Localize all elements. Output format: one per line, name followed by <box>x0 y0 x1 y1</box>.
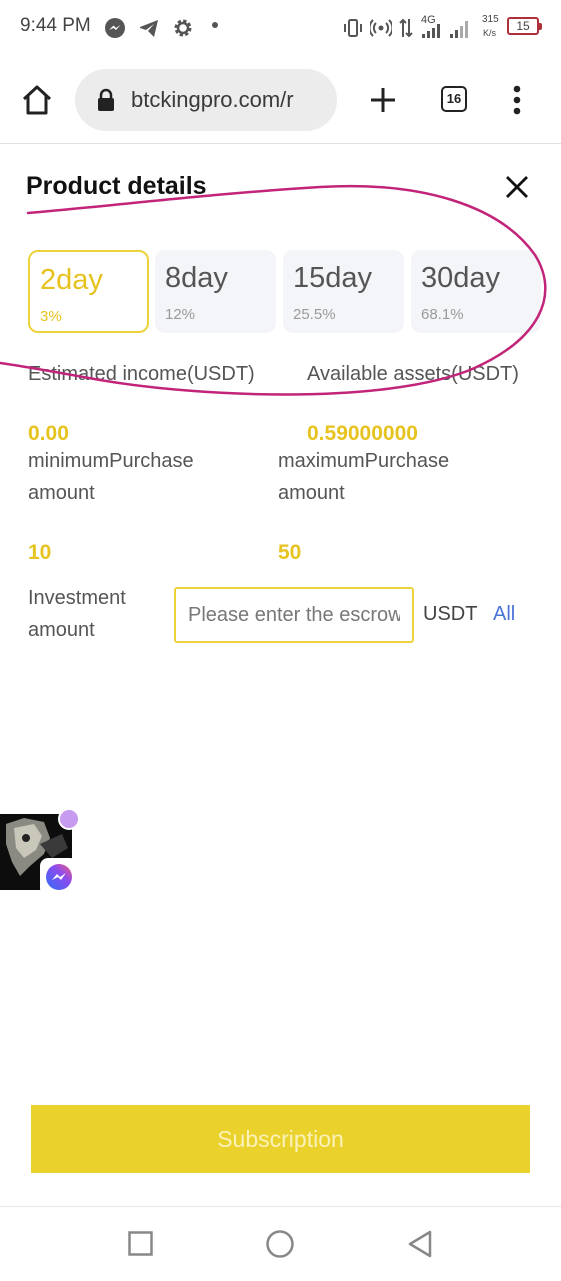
home-icon[interactable] <box>21 84 53 116</box>
messenger-notification-icon <box>105 18 125 38</box>
max-purchase-value: 50 <box>278 541 302 564</box>
max-purchase-label-line2: amount <box>278 482 345 504</box>
recent-apps-icon[interactable] <box>128 1231 153 1256</box>
network-speed-unit: K/s <box>483 28 497 38</box>
max-purchase-label-line1: maximumPurchase <box>278 450 450 472</box>
messenger-badge <box>40 858 78 896</box>
status-bar: 9:44 PM 4G 315 K/s 15 <box>0 0 561 58</box>
period-tab-2day[interactable]: 2day 3% <box>28 250 149 333</box>
min-purchase-label: minimumPurchase amount <box>28 445 194 509</box>
investment-label-line1: Investment <box>28 587 126 609</box>
min-purchase-value: 10 <box>28 541 52 564</box>
period-tab-rate: 3% <box>40 308 62 325</box>
settings-gear-icon <box>174 19 192 37</box>
period-tab-rate: 25.5% <box>293 306 336 323</box>
telegram-notification-icon <box>140 20 158 37</box>
max-purchase-label: maximumPurchase amount <box>278 445 449 509</box>
period-tab-15day[interactable]: 15day 25.5% <box>283 250 404 333</box>
page-title: Product details <box>26 172 207 200</box>
network-speed-value: 315 <box>482 14 499 25</box>
url-text[interactable]: btckingpro.com/r <box>131 87 326 113</box>
battery-level: 15 <box>516 19 530 33</box>
period-tab-label: 8day <box>165 262 228 294</box>
signal-strength-2-icon <box>450 21 468 38</box>
investment-amount-input[interactable] <box>174 587 414 643</box>
min-purchase-label-line2: amount <box>28 482 95 504</box>
system-nav-bar <box>0 1206 561 1281</box>
period-tab-30day[interactable]: 30day 68.1% <box>411 250 541 333</box>
battery-indicator: 15 <box>507 17 542 35</box>
period-tab-label: 2day <box>40 264 103 296</box>
chat-online-dot-icon <box>58 808 80 830</box>
messenger-icon <box>46 864 72 890</box>
tab-switcher-button[interactable]: 16 <box>441 86 467 112</box>
close-icon[interactable] <box>504 174 530 200</box>
home-circle-icon[interactable] <box>265 1229 295 1259</box>
subscription-button[interactable]: Subscription <box>31 1105 530 1173</box>
lock-icon <box>98 88 114 111</box>
estimated-income-value: 0.00 <box>28 422 69 445</box>
vibrate-icon <box>344 19 362 37</box>
period-tab-rate: 68.1% <box>421 306 464 323</box>
investment-unit: USDT <box>423 603 478 625</box>
min-purchase-label-line1: minimumPurchase <box>28 450 194 472</box>
back-triangle-icon[interactable] <box>406 1229 434 1259</box>
period-tab-label: 15day <box>293 262 373 294</box>
estimated-income-label: Estimated income(USDT) <box>28 363 255 385</box>
more-menu-icon[interactable] <box>508 85 526 115</box>
new-tab-plus-icon[interactable] <box>369 86 397 114</box>
signal-strength-icon <box>422 24 440 38</box>
data-transfer-icon <box>399 18 413 38</box>
period-tab-rate: 12% <box>165 306 196 323</box>
available-assets-value: 0.59000000 <box>307 422 418 445</box>
hotspot-icon <box>370 19 392 37</box>
period-tab-8day[interactable]: 8day 12% <box>155 250 276 333</box>
investment-amount-label: Investment amount <box>28 582 126 646</box>
all-amount-link[interactable]: All <box>493 603 515 626</box>
notification-dot-icon <box>212 22 218 28</box>
investment-label-line2: amount <box>28 619 95 641</box>
available-assets-label: Available assets(USDT) <box>307 363 519 385</box>
tab-count: 16 <box>446 91 462 106</box>
period-tab-label: 30day <box>421 262 501 294</box>
status-time: 9:44 PM <box>20 15 91 36</box>
